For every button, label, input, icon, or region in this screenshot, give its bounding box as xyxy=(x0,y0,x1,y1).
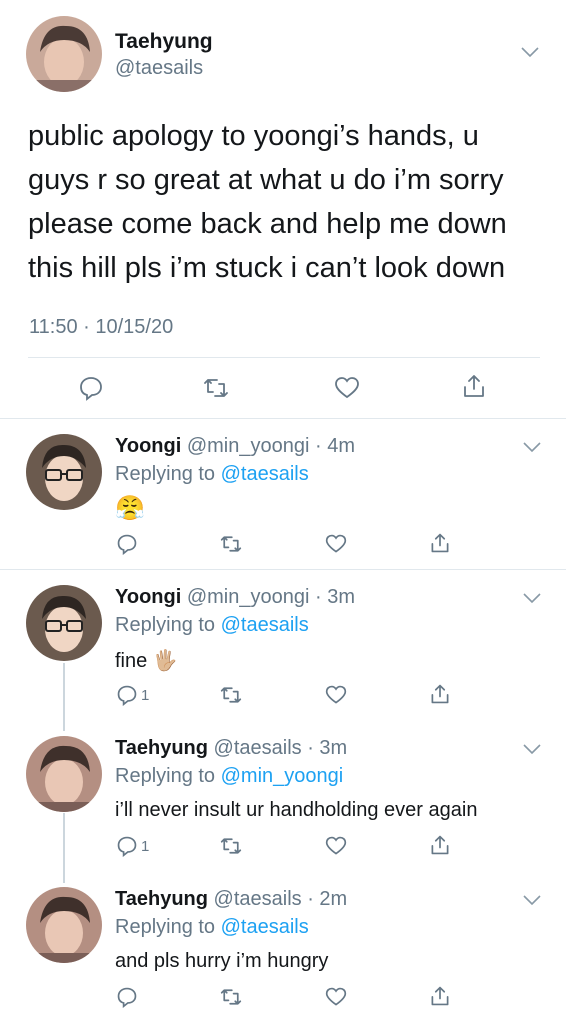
chevron-down-icon[interactable] xyxy=(523,743,541,755)
mention-link[interactable]: @taesails xyxy=(221,463,309,485)
tweet-text: public apology to yoongi’s hands, u guys… xyxy=(28,114,548,290)
reply-icon[interactable] xyxy=(116,533,138,555)
author-handle-time[interactable]: @taesails · 3m xyxy=(214,737,348,759)
reply-icon[interactable] xyxy=(116,684,138,706)
reply-icon[interactable] xyxy=(78,375,104,401)
retweet-icon[interactable] xyxy=(220,835,242,857)
avatar[interactable] xyxy=(26,16,102,92)
reply-icon[interactable] xyxy=(116,835,138,857)
like-icon[interactable] xyxy=(325,684,347,706)
tweet-text-line: public apology to yoongi’s hands, u xyxy=(28,120,479,152)
author-name[interactable]: Yoongi xyxy=(115,586,181,608)
like-icon[interactable] xyxy=(334,375,360,401)
reply-icon[interactable] xyxy=(116,986,138,1008)
reply-tweet[interactable]: Taehyung @taesails · 3m Replying to @min… xyxy=(0,722,566,872)
like-icon[interactable] xyxy=(325,986,347,1008)
author-name[interactable]: Taehyung xyxy=(115,737,208,759)
reply-header: Yoongi @min_yoongi · 3m xyxy=(115,586,355,609)
tweet-text-line: please come back and help me down xyxy=(28,208,507,240)
avatar[interactable] xyxy=(26,736,102,812)
reply-text: i’ll never insult ur handholding ever ag… xyxy=(115,799,478,821)
mention-link[interactable]: @taesails xyxy=(221,614,309,636)
retweet-icon[interactable] xyxy=(203,375,229,401)
author-name[interactable]: Taehyung xyxy=(115,888,208,910)
replying-prefix: Replying to xyxy=(115,463,221,485)
replying-prefix: Replying to xyxy=(115,614,221,636)
avatar[interactable] xyxy=(26,585,102,661)
replying-prefix: Replying to xyxy=(115,765,221,787)
author-handle-time[interactable]: @min_yoongi · 4m xyxy=(187,435,355,457)
share-icon[interactable] xyxy=(429,683,451,705)
replying-to: Replying to @taesails xyxy=(115,463,309,486)
author-handle[interactable]: @taesails xyxy=(115,57,203,80)
retweet-icon[interactable] xyxy=(220,986,242,1008)
chevron-down-icon[interactable] xyxy=(523,592,541,604)
tweet-text-line: guys r so great at what u do i’m sorry xyxy=(28,164,504,196)
like-icon[interactable] xyxy=(325,533,347,555)
reply-count: 1 xyxy=(141,838,150,855)
avatar[interactable] xyxy=(26,887,102,963)
share-icon[interactable] xyxy=(429,532,451,554)
replying-to: Replying to @min_yoongi xyxy=(115,765,343,788)
reply-count: 1 xyxy=(141,687,150,704)
share-icon[interactable] xyxy=(429,985,451,1007)
divider xyxy=(0,418,566,419)
replying-to: Replying to @taesails xyxy=(115,614,309,637)
retweet-icon[interactable] xyxy=(220,533,242,555)
reply-text: and pls hurry i’m hungry xyxy=(115,950,329,972)
reply-tweet[interactable]: Yoongi @min_yoongi · 3m Replying to @tae… xyxy=(0,571,566,721)
chevron-down-icon[interactable] xyxy=(523,441,541,453)
divider xyxy=(28,357,540,358)
replying-to: Replying to @taesails xyxy=(115,916,309,939)
mention-link[interactable]: @min_yoongi xyxy=(221,765,344,787)
retweet-icon[interactable] xyxy=(220,684,242,706)
avatar[interactable] xyxy=(26,434,102,510)
divider xyxy=(0,569,566,570)
reply-text: 😤 xyxy=(115,495,145,522)
reply-tweet[interactable]: Yoongi @min_yoongi · 4m Replying to @tae… xyxy=(0,420,566,568)
tweet-actions xyxy=(0,370,566,406)
author-handle-time[interactable]: @taesails · 2m xyxy=(214,888,348,910)
reply-header: Taehyung @taesails · 2m xyxy=(115,888,347,911)
author-name[interactable]: Yoongi xyxy=(115,435,181,457)
author-handle-time[interactable]: @min_yoongi · 3m xyxy=(187,586,355,608)
tweet-timestamp[interactable]: 11:50 · 10/15/20 xyxy=(29,316,173,339)
reply-text: fine 🖐🏼 xyxy=(115,650,178,672)
reply-header: Yoongi @min_yoongi · 4m xyxy=(115,435,355,458)
chevron-down-icon[interactable] xyxy=(523,894,541,906)
share-icon[interactable] xyxy=(429,834,451,856)
mention-link[interactable]: @taesails xyxy=(221,916,309,938)
reply-header: Taehyung @taesails · 3m xyxy=(115,737,347,760)
share-icon[interactable] xyxy=(461,373,487,399)
author-name[interactable]: Taehyung xyxy=(115,30,213,54)
reply-tweet[interactable]: Taehyung @taesails · 2m Replying to @tae… xyxy=(0,873,566,1023)
main-tweet: Taehyung @taesails public apology to yoo… xyxy=(0,0,566,420)
tweet-text-line: this hill pls i’m stuck i can’t look dow… xyxy=(28,252,506,284)
replying-prefix: Replying to xyxy=(115,916,221,938)
chevron-down-icon[interactable] xyxy=(521,46,539,58)
like-icon[interactable] xyxy=(325,835,347,857)
